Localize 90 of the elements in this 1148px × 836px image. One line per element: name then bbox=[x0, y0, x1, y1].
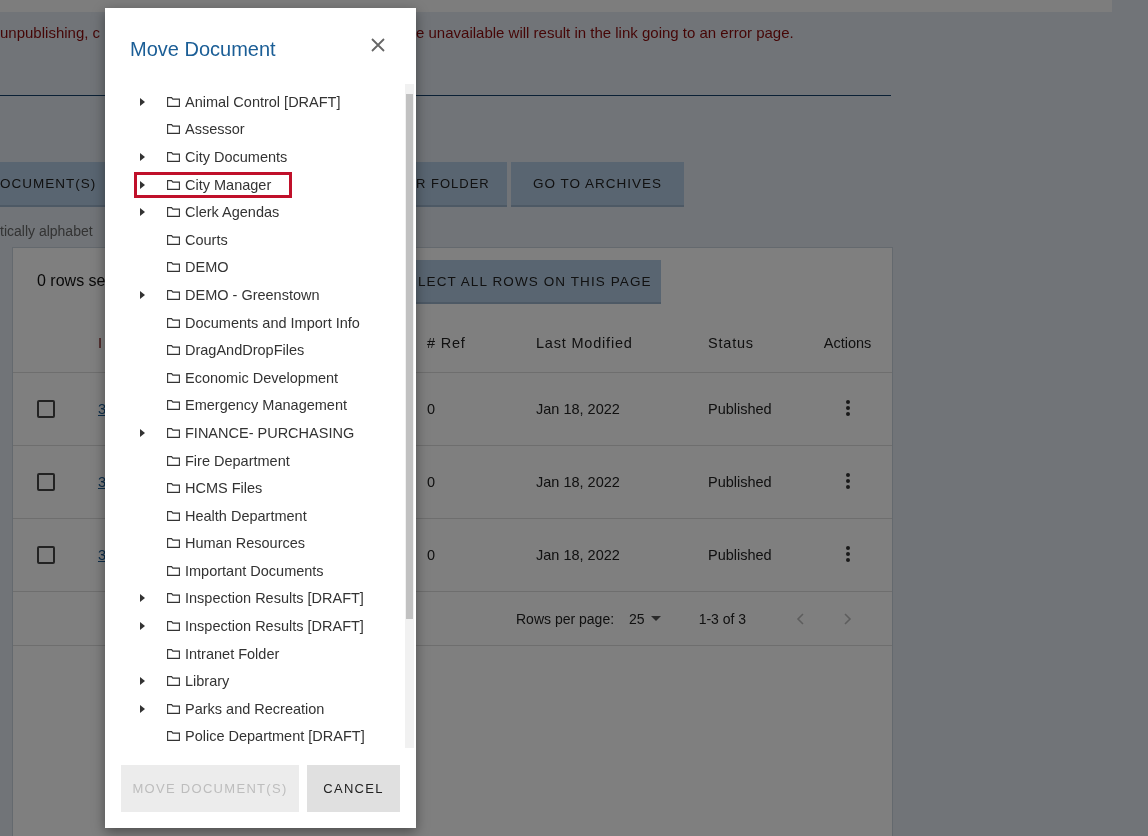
expand-caret-icon[interactable] bbox=[140, 594, 145, 603]
expand-caret-icon[interactable] bbox=[140, 677, 145, 686]
folder-icon bbox=[167, 648, 180, 659]
dropdown-caret-icon[interactable] bbox=[650, 616, 661, 621]
folder-item[interactable]: Animal Control [DRAFT] bbox=[134, 88, 362, 115]
folder-icon bbox=[167, 262, 180, 273]
folder-item[interactable]: Inspection Results [DRAFT] bbox=[134, 585, 385, 612]
folder-item[interactable]: Important Documents bbox=[134, 557, 345, 584]
folder-icon bbox=[167, 179, 180, 190]
folder-item[interactable]: Health Department bbox=[134, 502, 328, 529]
folder-icon bbox=[167, 152, 180, 162]
expand-caret-icon[interactable] bbox=[140, 622, 145, 631]
more-icon[interactable] bbox=[845, 545, 850, 562]
folder-item[interactable]: Clerk Agendas bbox=[134, 199, 301, 226]
folder-icon bbox=[167, 455, 180, 466]
expand-caret-icon[interactable] bbox=[140, 290, 145, 299]
folder-item[interactable]: Inspection Results [DRAFT] bbox=[134, 613, 385, 640]
dialog-button[interactable]: CANCEL bbox=[307, 765, 400, 812]
table-cell: 0 bbox=[427, 547, 436, 563]
folder-item[interactable]: Emergency Management bbox=[134, 392, 368, 419]
folder-icon bbox=[167, 96, 180, 107]
table-cell: Jan 18, 2022 bbox=[536, 547, 620, 563]
folder-item[interactable]: HCMS Files bbox=[134, 475, 284, 502]
table-cell: Published bbox=[708, 401, 772, 417]
folder-item[interactable]: Documents and Import Info bbox=[134, 309, 381, 336]
folder-item[interactable]: Library bbox=[134, 668, 251, 695]
folder-icon bbox=[167, 538, 180, 549]
folder-item[interactable]: Intranet Folder bbox=[134, 640, 301, 667]
folder-item[interactable]: DragAndDropFiles bbox=[134, 337, 326, 364]
dialog-title: Move Document bbox=[130, 37, 276, 61]
folder-icon bbox=[167, 510, 180, 521]
row-checkbox[interactable] bbox=[37, 400, 55, 418]
folder-item[interactable]: Assessor bbox=[134, 116, 266, 143]
column-header[interactable]: Actions bbox=[823, 335, 872, 351]
table-cell: Published bbox=[708, 547, 772, 563]
table-cell: Jan 18, 2022 bbox=[536, 474, 620, 490]
folder-icon bbox=[167, 621, 180, 632]
folder-item[interactable]: City Documents bbox=[134, 144, 309, 170]
folder-item[interactable]: Economic Development bbox=[134, 364, 360, 391]
notice-text: unpublishing, c bbox=[0, 23, 102, 41]
folder-item[interactable]: FINANCE- PURCHASING bbox=[134, 419, 376, 446]
folder-icon bbox=[167, 676, 180, 687]
row-checkbox[interactable] bbox=[37, 473, 55, 491]
column-header[interactable]: I bbox=[98, 335, 103, 351]
more-icon[interactable] bbox=[845, 399, 850, 416]
column-header[interactable]: # Ref bbox=[427, 335, 466, 351]
more-icon[interactable] bbox=[845, 472, 850, 489]
row-checkbox[interactable] bbox=[37, 546, 55, 564]
table-cell: 0 bbox=[427, 401, 436, 417]
folder-icon bbox=[167, 289, 180, 300]
folder-item[interactable]: DEMO - Greenstown bbox=[134, 281, 341, 308]
scrollbar[interactable] bbox=[405, 84, 414, 748]
expand-caret-icon[interactable] bbox=[140, 97, 145, 106]
expand-caret-icon[interactable] bbox=[140, 704, 145, 713]
column-header[interactable]: Last Modified bbox=[536, 335, 633, 351]
notice-text: e unavailable will result in the link going to an error page. bbox=[416, 23, 794, 41]
folder-icon bbox=[167, 372, 180, 383]
folder-item[interactable]: DEMO bbox=[134, 254, 250, 281]
folder-icon bbox=[167, 345, 180, 356]
selection-count: 0 rows se bbox=[37, 272, 107, 290]
table-cell: Jan 18, 2022 bbox=[536, 401, 620, 417]
folder-item[interactable]: City Manager bbox=[134, 171, 293, 198]
folder-item[interactable]: Parks and Recreation bbox=[134, 695, 346, 722]
folder-icon bbox=[167, 565, 180, 576]
expand-caret-icon[interactable] bbox=[140, 208, 145, 217]
folder-icon bbox=[167, 593, 180, 604]
folder-item[interactable]: Human Resources bbox=[134, 530, 327, 557]
folder-item[interactable]: Courts bbox=[134, 226, 249, 253]
folder-item[interactable]: Fire Department bbox=[134, 447, 311, 474]
folder-item[interactable]: Police Department [DRAFT] bbox=[134, 723, 386, 750]
rows-per-page-label: Rows per page: bbox=[516, 610, 615, 627]
column-header[interactable]: Status bbox=[708, 335, 754, 351]
page-range: 1-3 of 3 bbox=[698, 610, 747, 627]
folder-icon bbox=[167, 703, 180, 714]
expand-caret-icon[interactable] bbox=[140, 153, 145, 161]
folder-icon bbox=[167, 124, 180, 135]
folder-icon bbox=[167, 207, 180, 218]
folder-icon bbox=[167, 400, 180, 411]
close-icon[interactable] bbox=[371, 38, 385, 52]
rows-per-page-select[interactable]: 25 bbox=[629, 610, 661, 627]
sort-note: tically alphabet bbox=[0, 223, 94, 239]
folder-icon bbox=[167, 234, 180, 245]
folder-icon bbox=[167, 317, 180, 328]
expand-caret-icon[interactable] bbox=[140, 428, 145, 437]
folder-icon bbox=[167, 483, 180, 494]
folder-icon bbox=[167, 731, 180, 742]
folder-icon bbox=[167, 427, 180, 438]
expand-caret-icon[interactable] bbox=[140, 180, 145, 189]
table-cell: Published bbox=[708, 474, 772, 490]
table-cell: 0 bbox=[427, 474, 436, 490]
